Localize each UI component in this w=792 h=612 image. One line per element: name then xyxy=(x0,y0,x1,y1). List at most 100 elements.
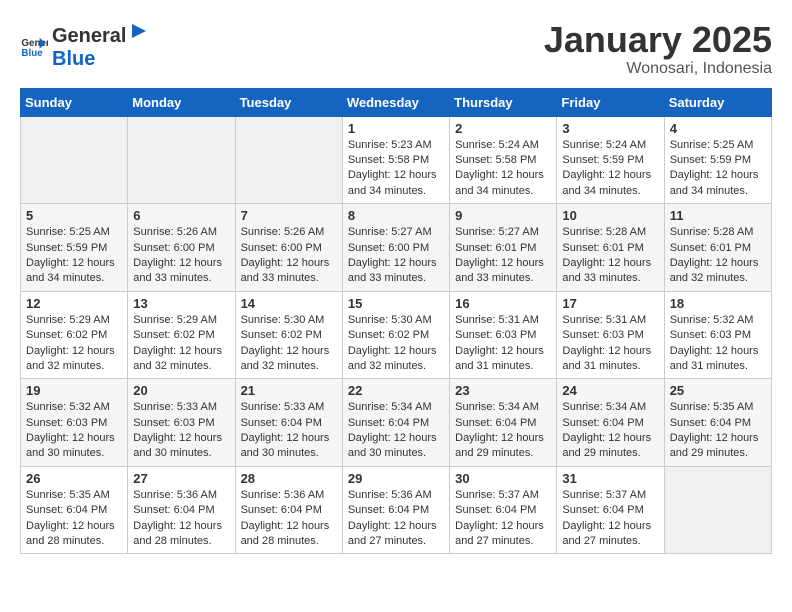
day-info: Sunrise: 5:24 AM Sunset: 5:58 PM Dayligh… xyxy=(455,138,551,200)
day-info: Sunrise: 5:29 AM Sunset: 6:02 PM Dayligh… xyxy=(133,313,229,375)
calendar-cell: 29 Sunrise: 5:36 AM Sunset: 6:04 PM Dayl… xyxy=(342,466,449,554)
day-number: 26 xyxy=(26,471,122,486)
day-info: Sunrise: 5:28 AM Sunset: 6:01 PM Dayligh… xyxy=(562,225,658,287)
month-title: January 2025 xyxy=(544,20,772,60)
day-info: Sunrise: 5:35 AM Sunset: 6:04 PM Dayligh… xyxy=(670,400,766,462)
logo-blue: Blue xyxy=(52,48,152,71)
calendar-cell: 12 Sunrise: 5:29 AM Sunset: 6:02 PM Dayl… xyxy=(21,291,128,379)
logo-icon: General Blue xyxy=(20,32,48,60)
weekday-header-sunday: Sunday xyxy=(21,88,128,116)
day-info: Sunrise: 5:34 AM Sunset: 6:04 PM Dayligh… xyxy=(348,400,444,462)
day-number: 1 xyxy=(348,121,444,136)
day-info: Sunrise: 5:37 AM Sunset: 6:04 PM Dayligh… xyxy=(455,488,551,550)
page-header: General Blue General Blue January 2025 W… xyxy=(20,20,772,78)
calendar-cell xyxy=(128,116,235,204)
calendar-cell: 5 Sunrise: 5:25 AM Sunset: 5:59 PM Dayli… xyxy=(21,204,128,292)
calendar-cell: 31 Sunrise: 5:37 AM Sunset: 6:04 PM Dayl… xyxy=(557,466,664,554)
calendar-cell: 26 Sunrise: 5:35 AM Sunset: 6:04 PM Dayl… xyxy=(21,466,128,554)
logo-general: General xyxy=(52,25,126,48)
day-number: 10 xyxy=(562,208,658,223)
calendar-header-row: SundayMondayTuesdayWednesdayThursdayFrid… xyxy=(21,88,772,116)
weekday-header-wednesday: Wednesday xyxy=(342,88,449,116)
calendar-cell: 22 Sunrise: 5:34 AM Sunset: 6:04 PM Dayl… xyxy=(342,379,449,467)
day-number: 29 xyxy=(348,471,444,486)
day-info: Sunrise: 5:29 AM Sunset: 6:02 PM Dayligh… xyxy=(26,313,122,375)
calendar-cell: 30 Sunrise: 5:37 AM Sunset: 6:04 PM Dayl… xyxy=(450,466,557,554)
day-info: Sunrise: 5:36 AM Sunset: 6:04 PM Dayligh… xyxy=(133,488,229,550)
calendar-cell: 1 Sunrise: 5:23 AM Sunset: 5:58 PM Dayli… xyxy=(342,116,449,204)
day-info: Sunrise: 5:27 AM Sunset: 6:01 PM Dayligh… xyxy=(455,225,551,287)
calendar-week-row: 5 Sunrise: 5:25 AM Sunset: 5:59 PM Dayli… xyxy=(21,204,772,292)
calendar-week-row: 12 Sunrise: 5:29 AM Sunset: 6:02 PM Dayl… xyxy=(21,291,772,379)
day-info: Sunrise: 5:36 AM Sunset: 6:04 PM Dayligh… xyxy=(241,488,337,550)
day-number: 30 xyxy=(455,471,551,486)
day-number: 15 xyxy=(348,296,444,311)
calendar-table: SundayMondayTuesdayWednesdayThursdayFrid… xyxy=(20,88,772,555)
day-info: Sunrise: 5:30 AM Sunset: 6:02 PM Dayligh… xyxy=(348,313,444,375)
day-info: Sunrise: 5:33 AM Sunset: 6:03 PM Dayligh… xyxy=(133,400,229,462)
day-info: Sunrise: 5:26 AM Sunset: 6:00 PM Dayligh… xyxy=(133,225,229,287)
calendar-week-row: 26 Sunrise: 5:35 AM Sunset: 6:04 PM Dayl… xyxy=(21,466,772,554)
weekday-header-saturday: Saturday xyxy=(664,88,771,116)
day-info: Sunrise: 5:36 AM Sunset: 6:04 PM Dayligh… xyxy=(348,488,444,550)
day-number: 13 xyxy=(133,296,229,311)
day-number: 16 xyxy=(455,296,551,311)
calendar-cell: 6 Sunrise: 5:26 AM Sunset: 6:00 PM Dayli… xyxy=(128,204,235,292)
day-number: 27 xyxy=(133,471,229,486)
weekday-header-thursday: Thursday xyxy=(450,88,557,116)
day-number: 20 xyxy=(133,383,229,398)
location: Wonosari, Indonesia xyxy=(544,60,772,78)
weekday-header-friday: Friday xyxy=(557,88,664,116)
svg-text:Blue: Blue xyxy=(21,47,43,58)
day-info: Sunrise: 5:26 AM Sunset: 6:00 PM Dayligh… xyxy=(241,225,337,287)
day-info: Sunrise: 5:28 AM Sunset: 6:01 PM Dayligh… xyxy=(670,225,766,287)
day-info: Sunrise: 5:37 AM Sunset: 6:04 PM Dayligh… xyxy=(562,488,658,550)
day-info: Sunrise: 5:23 AM Sunset: 5:58 PM Dayligh… xyxy=(348,138,444,200)
day-info: Sunrise: 5:25 AM Sunset: 5:59 PM Dayligh… xyxy=(26,225,122,287)
calendar-cell: 8 Sunrise: 5:27 AM Sunset: 6:00 PM Dayli… xyxy=(342,204,449,292)
day-number: 17 xyxy=(562,296,658,311)
day-number: 12 xyxy=(26,296,122,311)
day-number: 14 xyxy=(241,296,337,311)
calendar-cell: 23 Sunrise: 5:34 AM Sunset: 6:04 PM Dayl… xyxy=(450,379,557,467)
calendar-cell: 13 Sunrise: 5:29 AM Sunset: 6:02 PM Dayl… xyxy=(128,291,235,379)
day-number: 21 xyxy=(241,383,337,398)
calendar-cell xyxy=(664,466,771,554)
calendar-week-row: 1 Sunrise: 5:23 AM Sunset: 5:58 PM Dayli… xyxy=(21,116,772,204)
day-number: 28 xyxy=(241,471,337,486)
calendar-cell: 16 Sunrise: 5:31 AM Sunset: 6:03 PM Dayl… xyxy=(450,291,557,379)
calendar-cell: 9 Sunrise: 5:27 AM Sunset: 6:01 PM Dayli… xyxy=(450,204,557,292)
day-info: Sunrise: 5:33 AM Sunset: 6:04 PM Dayligh… xyxy=(241,400,337,462)
calendar-cell: 7 Sunrise: 5:26 AM Sunset: 6:00 PM Dayli… xyxy=(235,204,342,292)
weekday-header-tuesday: Tuesday xyxy=(235,88,342,116)
logo-arrow-icon xyxy=(128,20,150,42)
calendar-cell xyxy=(21,116,128,204)
day-number: 22 xyxy=(348,383,444,398)
calendar-cell: 2 Sunrise: 5:24 AM Sunset: 5:58 PM Dayli… xyxy=(450,116,557,204)
calendar-cell: 10 Sunrise: 5:28 AM Sunset: 6:01 PM Dayl… xyxy=(557,204,664,292)
day-number: 31 xyxy=(562,471,658,486)
day-info: Sunrise: 5:31 AM Sunset: 6:03 PM Dayligh… xyxy=(455,313,551,375)
calendar-cell: 27 Sunrise: 5:36 AM Sunset: 6:04 PM Dayl… xyxy=(128,466,235,554)
calendar-cell xyxy=(235,116,342,204)
weekday-header-monday: Monday xyxy=(128,88,235,116)
day-info: Sunrise: 5:32 AM Sunset: 6:03 PM Dayligh… xyxy=(670,313,766,375)
day-number: 24 xyxy=(562,383,658,398)
title-area: January 2025 Wonosari, Indonesia xyxy=(544,20,772,78)
calendar-cell: 14 Sunrise: 5:30 AM Sunset: 6:02 PM Dayl… xyxy=(235,291,342,379)
calendar-cell: 4 Sunrise: 5:25 AM Sunset: 5:59 PM Dayli… xyxy=(664,116,771,204)
calendar-cell: 24 Sunrise: 5:34 AM Sunset: 6:04 PM Dayl… xyxy=(557,379,664,467)
calendar-cell: 15 Sunrise: 5:30 AM Sunset: 6:02 PM Dayl… xyxy=(342,291,449,379)
calendar-cell: 20 Sunrise: 5:33 AM Sunset: 6:03 PM Dayl… xyxy=(128,379,235,467)
day-info: Sunrise: 5:25 AM Sunset: 5:59 PM Dayligh… xyxy=(670,138,766,200)
day-number: 11 xyxy=(670,208,766,223)
day-info: Sunrise: 5:34 AM Sunset: 6:04 PM Dayligh… xyxy=(562,400,658,462)
day-number: 9 xyxy=(455,208,551,223)
day-number: 2 xyxy=(455,121,551,136)
day-number: 25 xyxy=(670,383,766,398)
calendar-cell: 19 Sunrise: 5:32 AM Sunset: 6:03 PM Dayl… xyxy=(21,379,128,467)
day-info: Sunrise: 5:34 AM Sunset: 6:04 PM Dayligh… xyxy=(455,400,551,462)
calendar-cell: 3 Sunrise: 5:24 AM Sunset: 5:59 PM Dayli… xyxy=(557,116,664,204)
day-info: Sunrise: 5:30 AM Sunset: 6:02 PM Dayligh… xyxy=(241,313,337,375)
calendar-cell: 17 Sunrise: 5:31 AM Sunset: 6:03 PM Dayl… xyxy=(557,291,664,379)
